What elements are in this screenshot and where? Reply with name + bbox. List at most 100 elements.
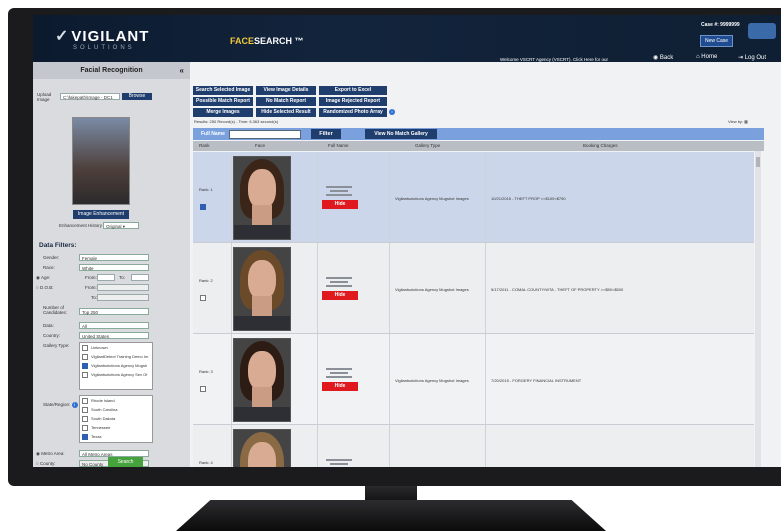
grid-view-icon[interactable]: ▦ [744,119,748,124]
face-photo[interactable] [233,247,291,331]
filter-bar: Full Name Filter View No Match Gallery [193,128,764,140]
column-divider [317,425,318,467]
county-label: County: [39,461,56,466]
randomized-array-button[interactable]: Randomized Photo Array [319,108,387,117]
face-photo[interactable] [233,429,291,467]
table-row[interactable]: Rank: 3 Hide Vigilantsolutions Agency Mugs… [193,334,754,425]
no-match-gallery-button[interactable]: View No Match Gallery [365,129,437,139]
browse-button[interactable]: Browse [122,93,152,100]
data-select[interactable]: All [79,322,149,329]
product-title: FACESEARCH ™ [230,36,304,46]
checkbox[interactable] [82,424,88,431]
list-item[interactable]: Texas [80,432,152,441]
county-radio[interactable]: ○ County: [36,461,55,466]
scroll-thumb[interactable] [756,157,760,167]
age-to-label: To: [119,275,126,280]
row-checkbox[interactable] [200,386,206,392]
full-name-label: Full Name [201,131,225,137]
view-by[interactable]: View by: ▦ [728,119,748,124]
booking-charges-cell: 10/21/2015 - THEFT PROP >=$100<$750 [491,196,566,201]
filter-button[interactable]: Filter [311,129,341,139]
randomized-info-icon[interactable]: i [389,109,395,115]
list-item[interactable]: South Dakota [80,414,152,423]
list-item[interactable]: Tennessee [80,423,152,432]
table-row[interactable]: Rank: 4HideVigilantsolutions Agency Mugs… [193,425,754,467]
logout-link[interactable]: ⇥ Log Out [738,54,766,61]
image-enhancement-button[interactable]: Image Enhancement [73,210,129,219]
export-excel-button[interactable]: Export to Excel [319,86,387,95]
search-button[interactable]: Search [108,457,143,467]
gallery-type-list[interactable]: Unknown VigilantDetect Training Demo Im Vi… [79,342,153,390]
gender-label: Gender: [43,255,60,260]
list-item-label: Tennessee [91,425,111,430]
table-row[interactable]: Rank: 2 Hide Vigilantsolutions Agency Mugs… [193,243,754,334]
checkbox[interactable] [82,353,88,360]
dob-from-input[interactable] [97,284,149,291]
age-from-input[interactable] [97,274,115,281]
list-item[interactable]: South Carolina [80,405,152,414]
dob-to-input[interactable] [97,294,149,301]
info-icon[interactable]: i [71,402,78,408]
column-divider [485,334,486,424]
age-radio[interactable]: ◉ Age: [36,275,50,281]
state-region-list[interactable]: Rhode Island South Carolina South Dakota Te… [79,395,153,443]
checkbox[interactable] [82,433,88,440]
image-rejected-button[interactable]: Image Rejected Report [319,97,387,106]
list-item[interactable]: Unknown [80,343,152,352]
search-selected-button[interactable]: Search Selected Image [193,86,253,95]
rank-label: Rank: 4 [199,460,213,465]
dob-label: D.O.B: [39,285,54,290]
enhancement-history-label: Enhancement History [59,223,103,228]
race-select[interactable]: White [79,264,149,271]
no-match-button[interactable]: No Match Report [256,97,316,106]
hide-button[interactable]: Hide [322,291,358,300]
hide-selected-button[interactable]: Hide Selected Result [256,108,316,117]
list-item[interactable]: Vigilantsolutions Agency Sex Of [80,370,152,379]
state-label: State/Region: i [43,402,78,408]
age-to-input[interactable] [131,274,149,281]
redacted-name [326,459,352,461]
logout-icon: ⇥ [738,55,745,61]
collapse-icon[interactable]: « [180,62,184,79]
view-details-button[interactable]: View Image Details [256,86,316,95]
enhancement-history-select[interactable]: Original ▾ [103,222,139,229]
home-label: Home [701,54,718,60]
upload-path-field[interactable]: C:\fakepath\Image - DC1 [60,93,120,100]
checkbox[interactable] [82,397,88,404]
redacted-name [326,277,352,279]
face-photo[interactable] [233,338,291,422]
full-name-input[interactable] [229,130,301,139]
back-link[interactable]: ◉ Back [653,54,673,61]
metro-select[interactable]: All Metro Areas [79,450,149,457]
hide-button[interactable]: Hide [322,382,358,391]
new-case-button[interactable]: New Case [700,35,734,47]
data-value: All [82,324,88,329]
merge-images-button[interactable]: Merge Images [193,108,253,117]
list-item-label: Texas [91,434,102,439]
product-prefix: FACE [230,36,255,46]
app-header: ✓ VIGILANT SOLUTIONS FACESEARCH ™ Case #:… [33,15,781,62]
table-row[interactable]: Rank: 1 Hide Vigilantsolutions Agency Mugs… [193,152,754,243]
face-photo[interactable] [233,156,291,240]
gallery-type-cell: Vigilantsolutions Agency Mugshot Images [395,196,469,201]
checkbox[interactable] [82,406,88,413]
possible-match-button[interactable]: Possible Match Report [193,97,253,106]
list-item[interactable]: VigilantDetect Training Demo Im [80,352,152,361]
row-checkbox[interactable] [200,204,206,210]
gender-select[interactable]: Female [79,254,149,261]
list-item-label: South Dakota [91,416,116,421]
dob-radio[interactable]: ○ D.O.B: [36,285,53,290]
checkbox[interactable] [82,362,88,369]
checkbox[interactable] [82,415,88,422]
metro-radio[interactable]: ◉ Metro Area: [36,451,64,457]
country-select[interactable]: United States [79,332,149,339]
candidates-select[interactable]: Top 250 [79,308,149,315]
list-item[interactable]: Vigilantsolutions Agency Mugsh [80,361,152,370]
results-scrollbar[interactable] [755,151,761,467]
hide-button[interactable]: Hide [322,200,358,209]
row-checkbox[interactable] [200,295,206,301]
checkbox[interactable] [82,344,88,351]
checkbox[interactable] [82,371,88,378]
list-item[interactable]: Rhode Island [80,396,152,405]
home-link[interactable]: ⌂ Home [696,54,717,60]
